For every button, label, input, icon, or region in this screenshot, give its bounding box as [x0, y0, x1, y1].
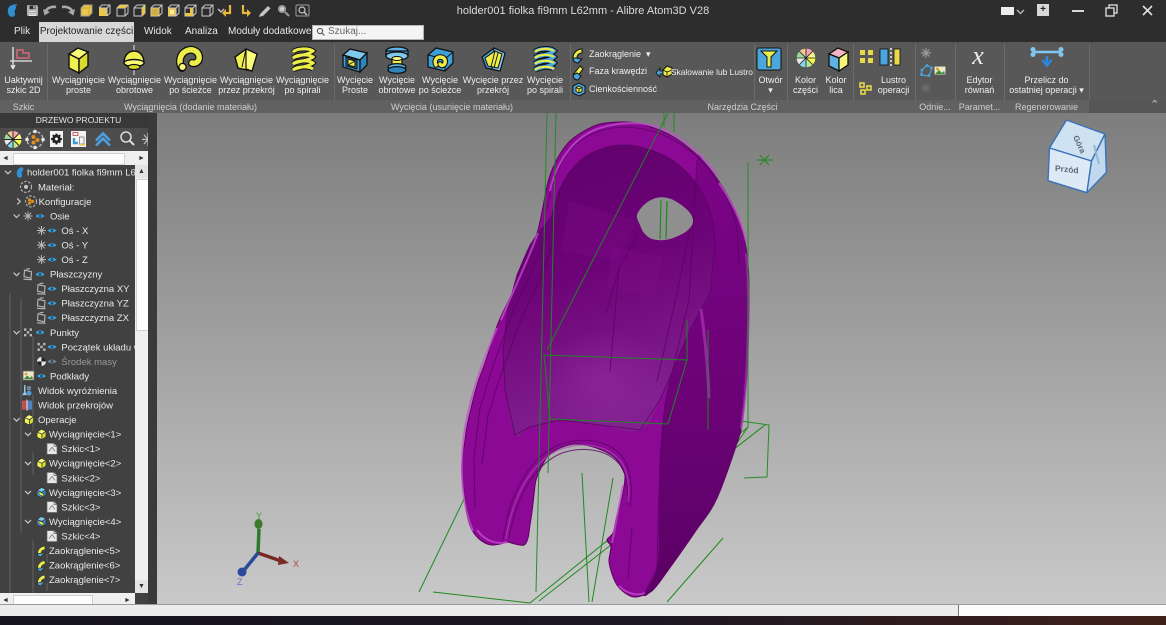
svg-text:Y: Y — [256, 511, 262, 521]
svg-text:Z: Z — [237, 577, 243, 587]
svg-text:X: X — [293, 559, 299, 569]
svg-text:x: x — [971, 42, 984, 70]
